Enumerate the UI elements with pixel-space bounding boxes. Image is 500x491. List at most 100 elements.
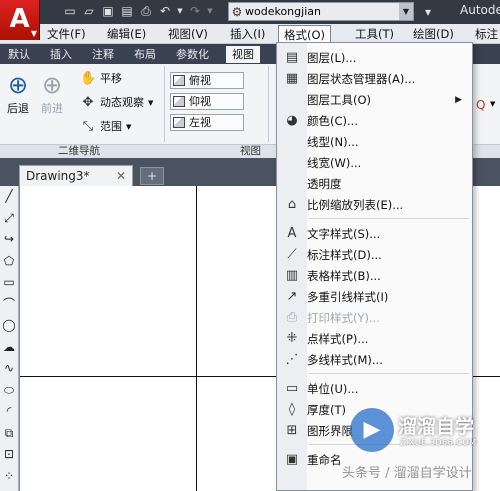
document-tab-label: Drawing3*: [26, 169, 90, 183]
multiline-icon: ⋰: [285, 352, 299, 367]
layer-state-icon: ▦: [285, 71, 299, 86]
format-menu-item[interactable]: 线宽(W)...: [277, 152, 472, 173]
format-menu-item[interactable]: ⋰ 多线样式(M)...: [277, 349, 472, 370]
menu-view[interactable]: 视图(V): [163, 25, 213, 43]
menu-dimension[interactable]: 标注: [470, 25, 500, 43]
format-menu-item-label: 线宽(W)...: [307, 155, 362, 170]
menu-tools[interactable]: 工具(T): [350, 25, 399, 43]
redo-dropdown-icon[interactable]: ▼: [206, 3, 214, 19]
insert-block-icon[interactable]: ⧉: [0, 423, 18, 445]
format-menu-item-label: 透明度: [307, 176, 342, 191]
format-menu-item[interactable]: ⁜ 点样式(P)...: [277, 328, 472, 349]
watermark-caption: 头条号 / 溜溜自学设计: [342, 466, 472, 481]
ellipse-arc-tool-icon[interactable]: ◜: [0, 401, 18, 423]
menu-insert[interactable]: 插入(I): [225, 25, 270, 43]
limits-icon: ⊞: [286, 423, 298, 438]
view-left-button[interactable]: 左视: [170, 114, 244, 131]
undo-dropdown-icon[interactable]: ▼: [176, 3, 184, 19]
construction-line-icon[interactable]: ⤢: [0, 208, 18, 230]
revcloud-tool-icon[interactable]: ☁: [0, 337, 18, 359]
format-menu-item-label: 图形界限: [307, 423, 353, 438]
redo-icon[interactable]: ↷: [187, 3, 203, 19]
format-menu-item[interactable]: ↗ 多重引线样式(I): [277, 286, 472, 307]
forward-nav-icon: ⊕: [41, 71, 63, 99]
polygon-tool-icon[interactable]: ⬠: [0, 251, 18, 273]
tab-layout[interactable]: 布局: [128, 46, 162, 63]
document-tab[interactable]: Drawing3* ✕: [19, 165, 133, 186]
chevron-down-icon[interactable]: ▼: [399, 3, 413, 20]
spline-tool-icon[interactable]: ∿: [0, 358, 18, 380]
tab-default[interactable]: 默认: [2, 46, 36, 63]
view-top-button[interactable]: 俯视: [170, 72, 244, 89]
format-menu-item[interactable]: A 文字样式(S)...: [277, 223, 472, 244]
point-tool-icon[interactable]: ⁘: [0, 466, 18, 488]
new-file-icon[interactable]: ▭: [62, 3, 78, 19]
units-icon: ▭: [285, 381, 299, 396]
view-bottom-button[interactable]: 仰视: [170, 93, 244, 110]
tab-insert[interactable]: 插入: [44, 46, 78, 63]
back-button[interactable]: ⊕ 后退: [2, 70, 34, 116]
chevron-down-icon[interactable]: ▼: [126, 118, 131, 136]
grid-line: [19, 186, 20, 491]
menu-draw[interactable]: 绘图(D): [408, 25, 459, 43]
application-menu-button[interactable]: A ▼: [0, 0, 40, 40]
ellipse-tool-icon[interactable]: ⬭: [0, 380, 18, 402]
tab-annotate[interactable]: 注释: [86, 46, 120, 63]
format-menu-item[interactable]: 透明度: [277, 173, 472, 194]
workspace-name: wodekongjian: [245, 5, 321, 18]
format-menu-item[interactable]: ▤ 图层(L)...: [277, 47, 472, 68]
format-menu-item[interactable]: ▦ 图层状态管理器(A)...: [277, 68, 472, 89]
new-tab-button[interactable]: +: [140, 167, 164, 185]
format-menu-item-label: 文字样式(S)...: [307, 226, 381, 241]
polyline-tool-icon[interactable]: ↪: [0, 229, 18, 251]
orbit-button[interactable]: ✥ 动态观察 ▼: [80, 94, 154, 112]
menu-format[interactable]: 格式(O): [278, 25, 332, 43]
cube-bottom-icon: [173, 96, 185, 107]
forward-button[interactable]: ⊕ 前进: [36, 70, 68, 116]
format-menu-item[interactable]: 图层工具(O) ▶: [277, 89, 472, 110]
format-menu-item[interactable]: ⌂ 比例缩放列表(E)...: [277, 194, 472, 215]
range-button[interactable]: ⤡ 范围 ▼: [80, 118, 132, 136]
format-menu-item[interactable]: ◕ 颜色(C)...: [277, 110, 472, 131]
menu-edit[interactable]: 编辑(E): [102, 25, 151, 43]
customize-toolbar-icon[interactable]: ▾: [420, 4, 436, 20]
tab-parametric[interactable]: 参数化: [170, 46, 215, 63]
view-panel-label: 视图: [240, 145, 261, 157]
chevron-down-icon: ▼: [30, 29, 37, 38]
format-menu-item-label: 点样式(P)...: [307, 331, 369, 346]
view-top-label: 俯视: [189, 74, 211, 87]
zoom-extents-icon: ⤡: [82, 119, 94, 134]
format-menu-item-label: 表格样式(B)...: [307, 268, 381, 283]
arc-tool-icon[interactable]: ⌒: [0, 294, 18, 316]
pan-label: 平移: [100, 72, 122, 85]
back-nav-icon: ⊕: [7, 71, 29, 99]
chevron-down-icon[interactable]: ▼: [490, 100, 495, 108]
tab-view[interactable]: 视图: [226, 46, 260, 63]
table-style-icon: ▥: [285, 268, 299, 283]
scale-list-icon: ⌂: [287, 197, 297, 212]
open-folder-icon[interactable]: ▱: [81, 3, 97, 19]
chevron-down-icon[interactable]: Q: [476, 98, 485, 112]
format-menu-item-label: 打印样式(Y)...: [307, 310, 380, 325]
format-menu-item-label: 标注样式(D)...: [307, 247, 382, 262]
rectangle-tool-icon[interactable]: ▭: [0, 272, 18, 294]
format-menu-item[interactable]: ▥ 表格样式(B)...: [277, 265, 472, 286]
gear-icon: ⚙: [231, 4, 243, 19]
make-block-icon[interactable]: ⊡: [0, 444, 18, 466]
format-menu-item-label: 多重引线样式(I): [307, 289, 389, 304]
format-menu-item[interactable]: 线型(N)...: [277, 131, 472, 152]
circle-tool-icon[interactable]: ◯: [0, 315, 18, 337]
chevron-down-icon[interactable]: ▼: [148, 94, 153, 112]
menu-file[interactable]: 文件(F): [42, 25, 91, 43]
line-tool-icon[interactable]: ╱: [0, 186, 18, 208]
format-menu-item[interactable]: ⟋ 标注样式(D)...: [277, 244, 472, 265]
print-icon[interactable]: ⎙: [138, 3, 154, 19]
pan-button[interactable]: ✋ 平移: [80, 70, 122, 88]
app-logo-letter: A: [9, 4, 30, 34]
undo-icon[interactable]: ↶: [157, 3, 173, 19]
save-icon[interactable]: ▣: [100, 3, 116, 19]
save-as-icon[interactable]: ▤: [119, 3, 135, 19]
close-icon[interactable]: ✕: [116, 166, 126, 186]
workspace-selector[interactable]: ⚙ wodekongjian ▼: [228, 2, 414, 21]
format-menu-item[interactable]: ▭ 单位(U)...: [277, 378, 472, 399]
